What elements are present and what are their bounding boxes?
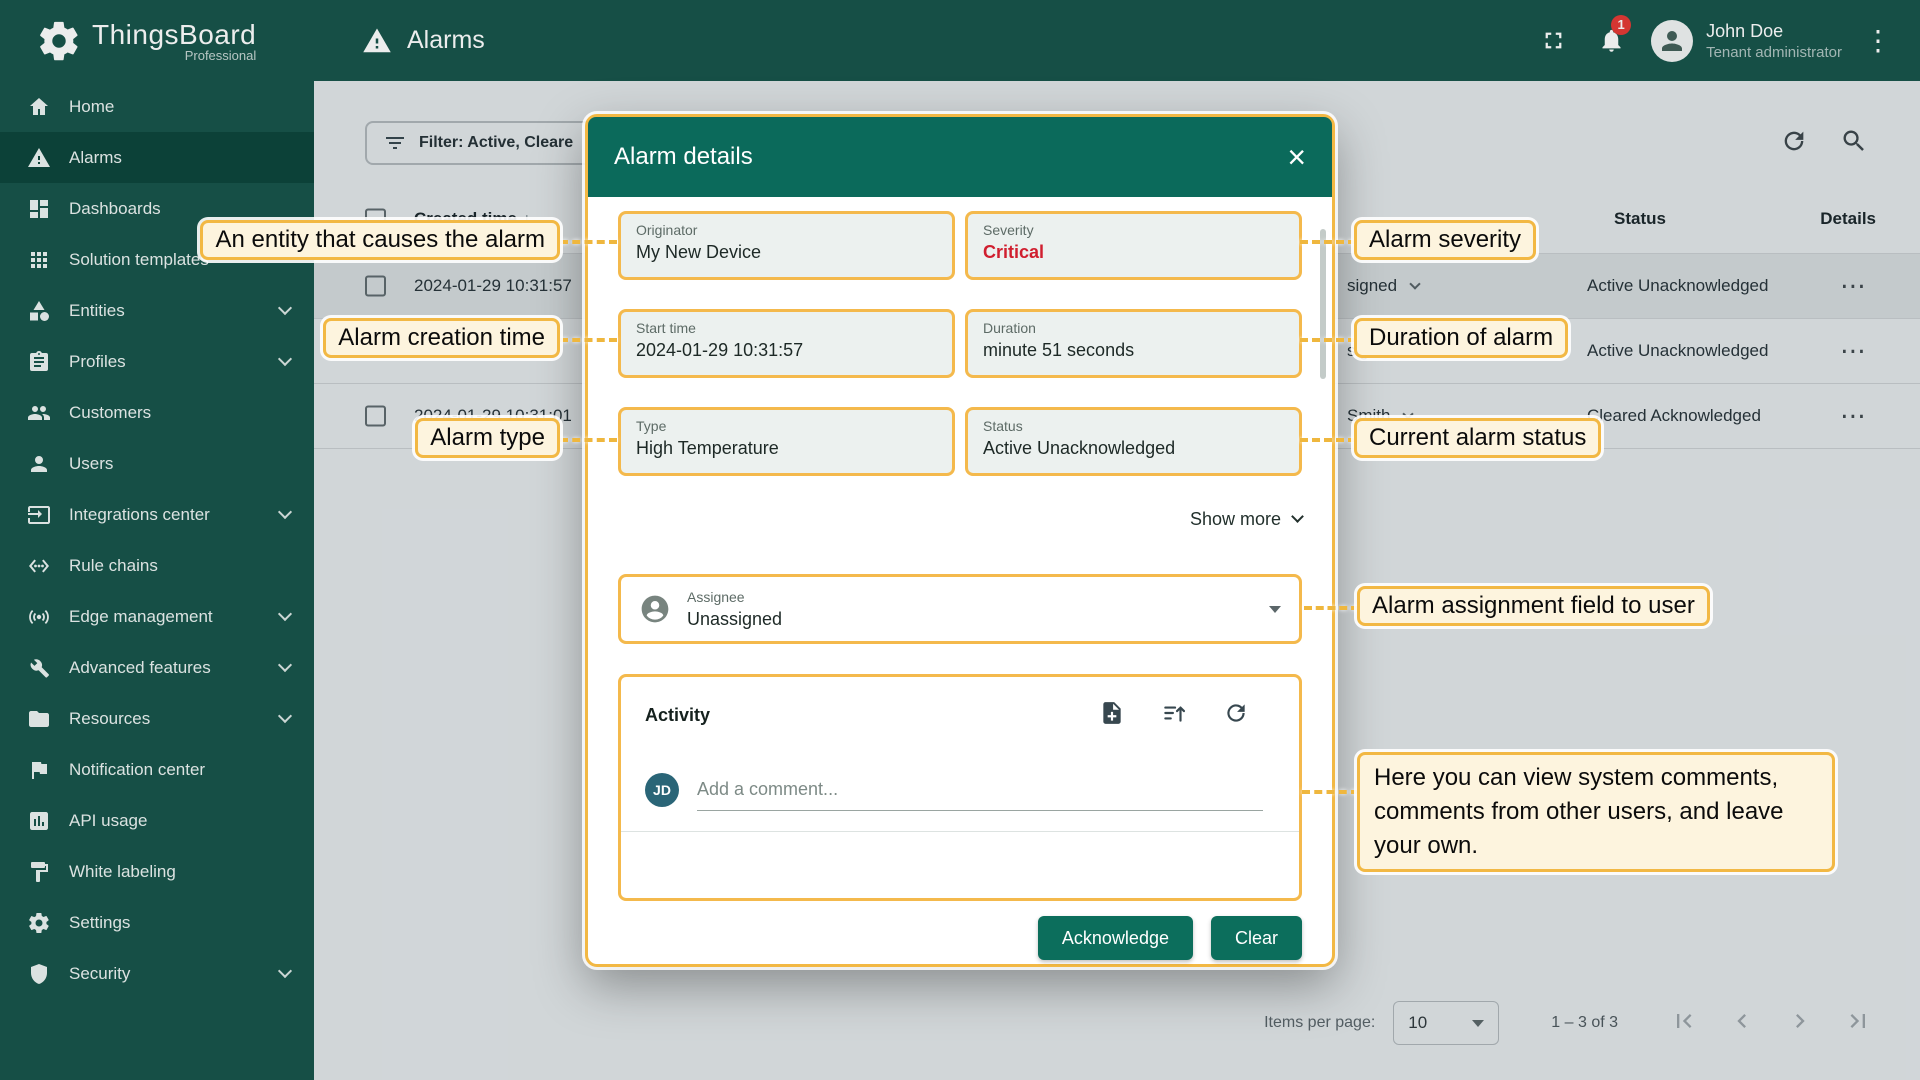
connector-line: [1300, 240, 1356, 244]
assignee-value: Unassigned: [687, 608, 783, 629]
chevron-down-icon: [1291, 510, 1304, 523]
dialog-title: Alarm details: [614, 143, 753, 170]
close-icon[interactable]: ×: [1287, 141, 1306, 173]
dialog-header: Alarm details ×: [588, 117, 1332, 197]
assignee-label: Assignee: [687, 588, 745, 605]
connector-line: [1300, 338, 1356, 342]
field-value: minute 51 seconds: [983, 340, 1135, 360]
app-root: ThingsBoard Professional Home Alarms Das…: [0, 0, 1920, 1080]
acknowledge-button[interactable]: Acknowledge: [1037, 916, 1193, 960]
current-user-avatar: JD: [645, 773, 679, 807]
annotation-activity: Here you can view system comments, comme…: [1357, 752, 1835, 872]
annotation-severity: Alarm severity: [1354, 220, 1537, 260]
dialog-scrollbar[interactable]: [1320, 229, 1326, 379]
comment-input[interactable]: Add a comment...: [697, 779, 1263, 811]
refresh-comments-button[interactable]: [1223, 700, 1249, 731]
field-start-time: Start time 2024-01-29 10:31:57: [618, 309, 955, 378]
add-note-icon: [1103, 701, 1121, 724]
divider: [621, 831, 1299, 832]
clear-button[interactable]: Clear: [1210, 916, 1302, 960]
add-note-button[interactable]: [1099, 700, 1125, 731]
field-label: Originator: [636, 222, 698, 238]
annotation-creation-time: Alarm creation time: [323, 318, 560, 358]
assignee-person-icon: [641, 595, 669, 623]
dialog-body: Originator My New Device Severity Critic…: [588, 197, 1332, 970]
field-status: Status Active Unacknowledged: [965, 407, 1302, 476]
field-originator: Originator My New Device: [618, 211, 955, 280]
assignee-select[interactable]: Assignee Unassigned: [618, 574, 1302, 644]
connector-line: [1302, 790, 1359, 794]
annotation-type: Alarm type: [415, 418, 560, 458]
field-label: Duration: [983, 320, 1036, 336]
alarm-details-dialog: Alarm details × Originator My New Device…: [585, 114, 1335, 967]
field-value: 2024-01-29 10:31:57: [636, 340, 804, 360]
sort-comments-button[interactable]: [1161, 700, 1187, 731]
connector-line: [1304, 606, 1359, 610]
field-label: Type: [636, 418, 667, 434]
field-value-critical: Critical: [983, 242, 1045, 262]
connector-line: [1300, 438, 1356, 442]
field-label: Status: [983, 418, 1023, 434]
field-severity: Severity Critical: [965, 211, 1302, 280]
annotation-status: Current alarm status: [1354, 418, 1602, 458]
activity-panel: Activity JD Add a comment...: [618, 674, 1302, 901]
dropdown-arrow-icon: [1269, 605, 1281, 613]
field-value: My New Device: [636, 242, 762, 262]
connector-line: [560, 438, 617, 442]
field-type: Type High Temperature: [618, 407, 955, 476]
annotation-duration: Duration of alarm: [1354, 318, 1569, 358]
sort-icon: [1164, 706, 1186, 722]
field-value: Active Unacknowledged: [983, 438, 1176, 458]
field-label: Severity: [983, 222, 1034, 238]
activity-title: Activity: [645, 704, 711, 725]
field-label: Start time: [636, 320, 696, 336]
show-more-toggle[interactable]: Show more: [618, 506, 1304, 532]
field-duration: Duration minute 51 seconds: [965, 309, 1302, 378]
annotation-assignee: Alarm assignment field to user: [1357, 586, 1710, 626]
connector-line: [560, 240, 617, 244]
annotation-originator: An entity that causes the alarm: [200, 220, 560, 260]
field-value: High Temperature: [636, 438, 779, 458]
connector-line: [560, 338, 617, 342]
refresh-icon: [1227, 703, 1245, 722]
